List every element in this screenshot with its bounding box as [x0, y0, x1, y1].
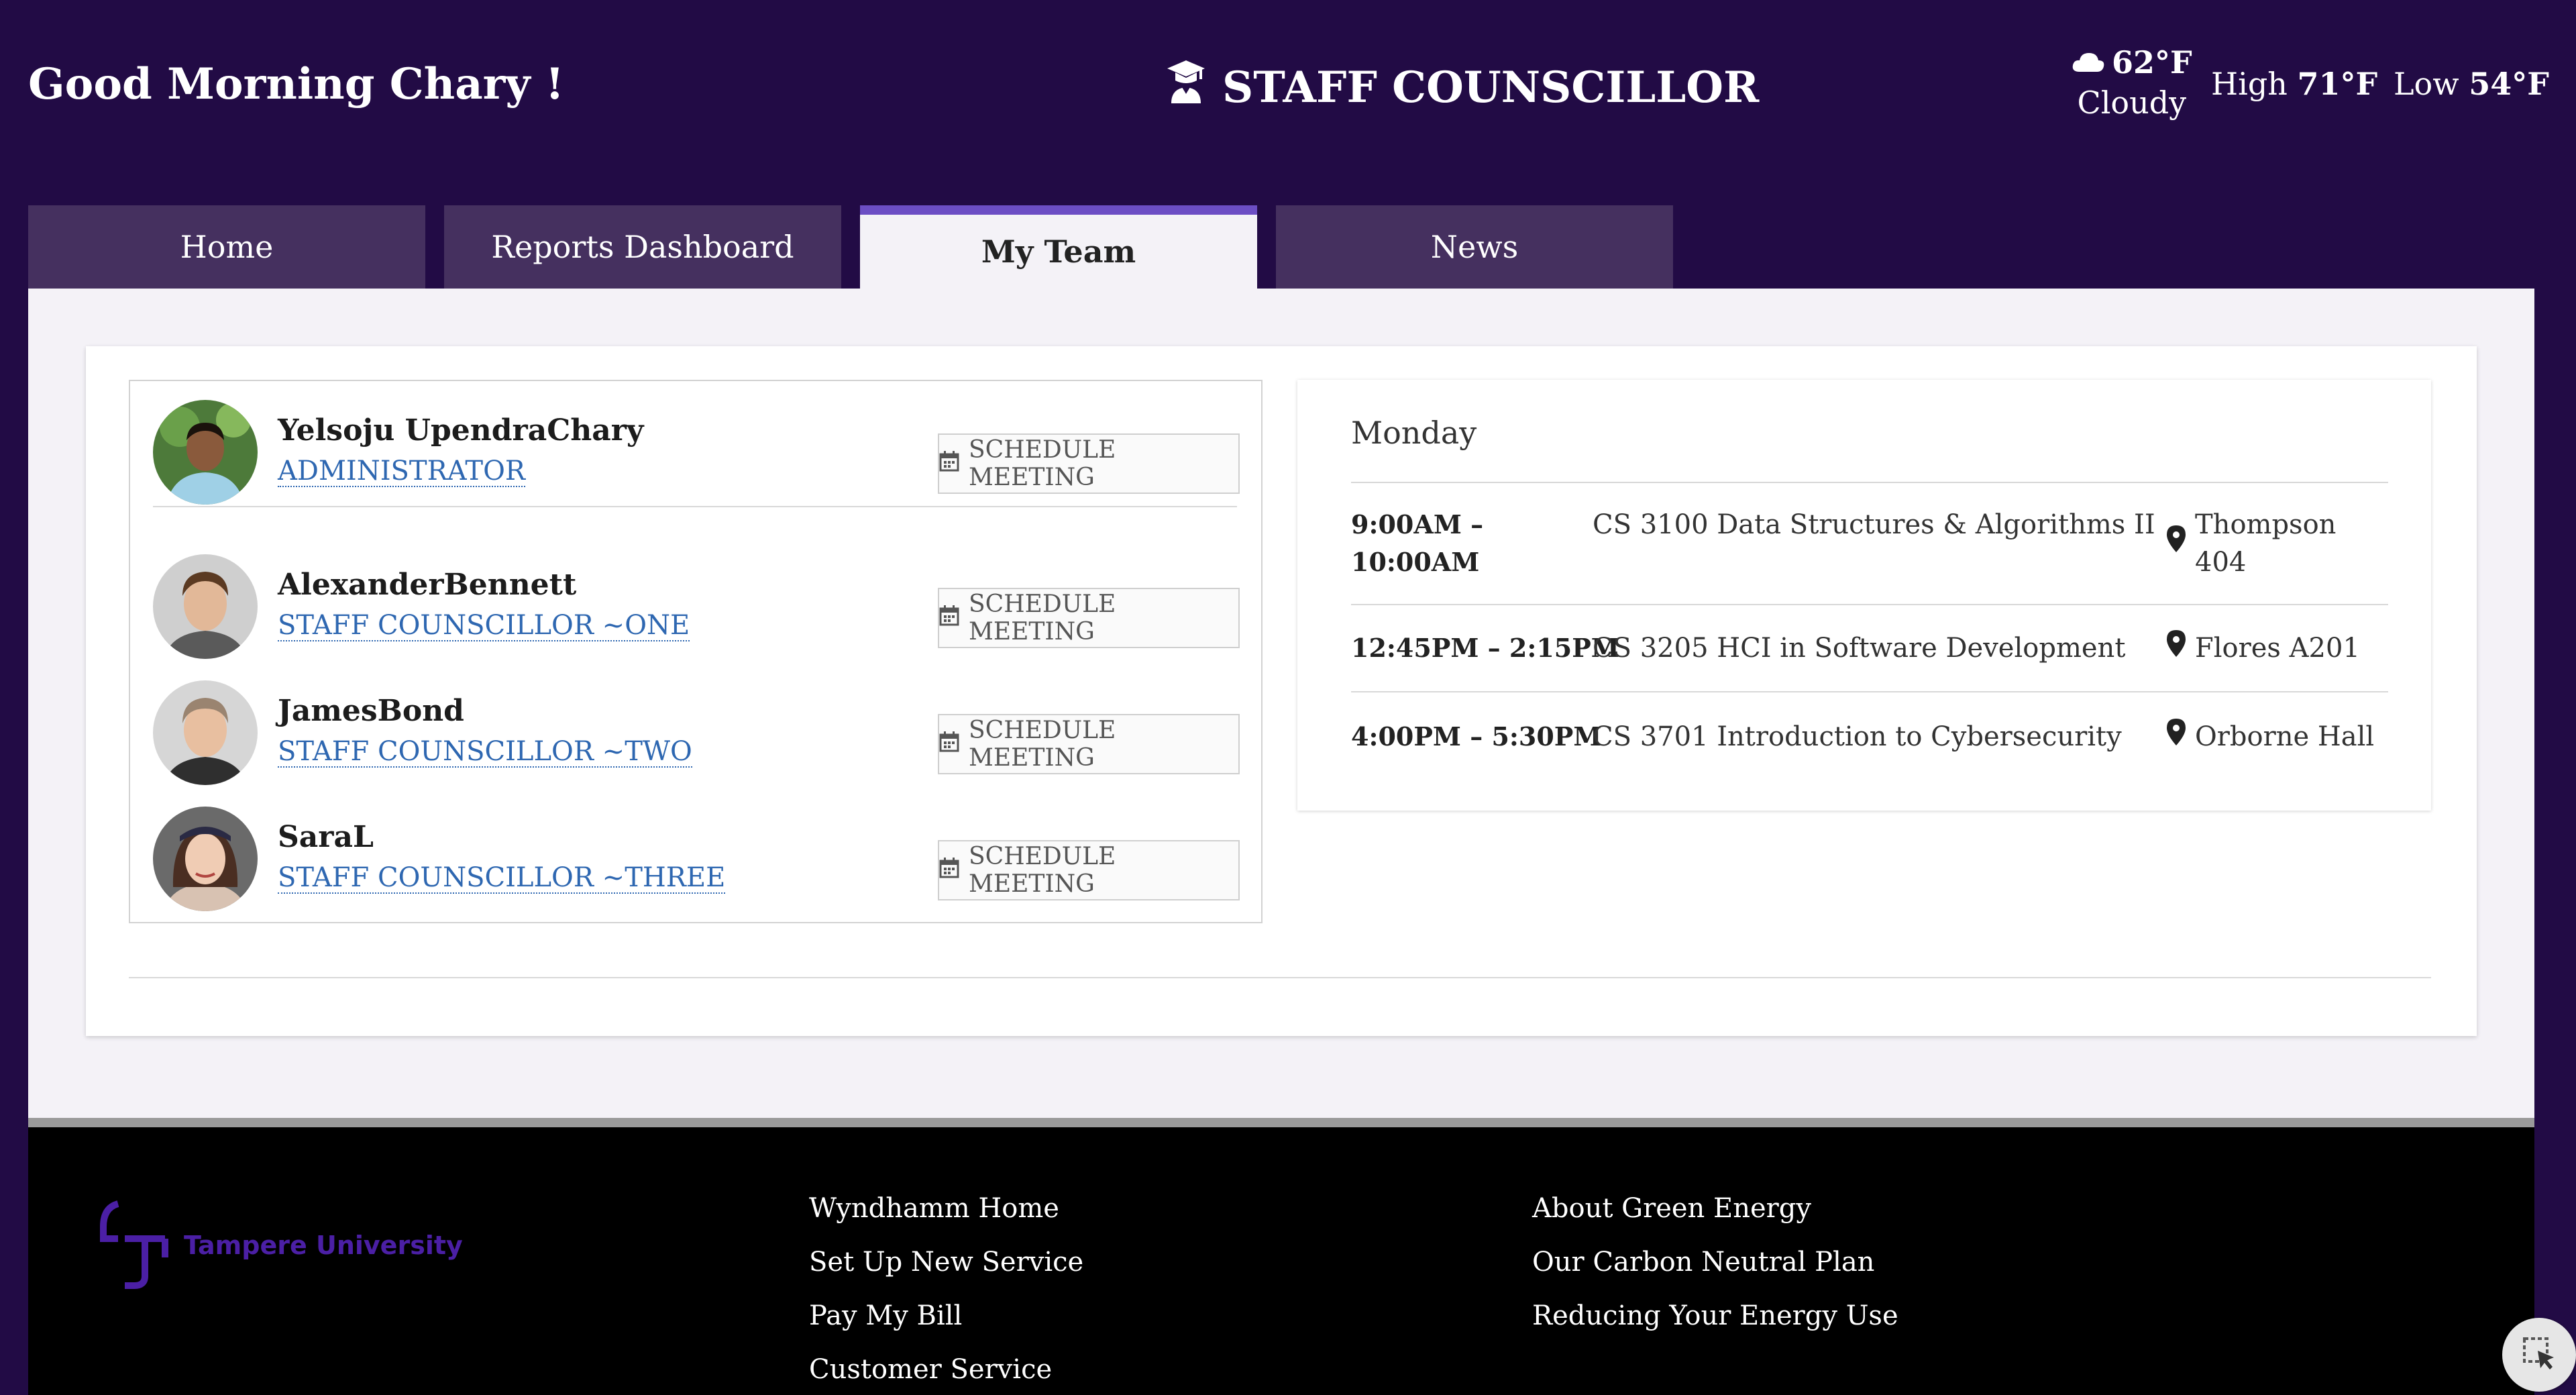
schedule-time: 12:45PM – 2:15PM	[1351, 633, 1619, 663]
member-role-link[interactable]: STAFF COUNSCILLOR ~THREE	[278, 863, 726, 894]
page-footer: Tampere University Wyndhamm Home Set Up …	[28, 1118, 2534, 1395]
footer-link-pay-my-bill[interactable]: Pay My Bill	[809, 1299, 1083, 1333]
member-role-link[interactable]: STAFF COUNSCILLOR ~ONE	[278, 611, 690, 641]
avatar	[153, 807, 258, 911]
cloud-icon	[2072, 44, 2105, 81]
avatar	[153, 680, 258, 785]
map-pin-icon	[2167, 629, 2186, 667]
main-tabs: Home Reports Dashboard My Team News	[28, 205, 1673, 289]
calendar-icon	[939, 450, 959, 478]
schedule-meeting-label: SCHEDULE MEETING	[969, 590, 1116, 645]
avatar	[153, 400, 258, 505]
schedule-meeting-button[interactable]: SCHEDULE MEETING	[938, 714, 1240, 774]
map-pin-icon	[2167, 718, 2186, 756]
graduate-icon	[1166, 59, 1206, 115]
schedule-time: 4:00PM – 5:30PM	[1351, 721, 1602, 752]
main-content: Yelsoju UpendraChary ADMINISTRATOR SCHED…	[28, 289, 2534, 1118]
schedule-time: 9:00AM – 10:00AM	[1351, 509, 1484, 577]
footer-links-col1: Wyndhamm Home Set Up New Service Pay My …	[809, 1192, 1083, 1386]
schedule-row: 12:45PM – 2:15PM CS 3205 HCI in Software…	[1351, 604, 2388, 692]
footer-link-customer-service[interactable]: Customer Service	[809, 1353, 1083, 1386]
page-header: Good Morning Chary ! STAFF COUNSCILLOR 6…	[0, 0, 2576, 205]
schedule-course: CS 3205 HCI in Software Development	[1593, 633, 2126, 664]
footer-link-wyndhamm-home[interactable]: Wyndhamm Home	[809, 1192, 1083, 1225]
footer-link-about-green-energy[interactable]: About Green Energy	[1532, 1192, 1898, 1225]
team-member: SaraL STAFF COUNSCILLOR ~THREE SCHEDULE …	[153, 798, 1240, 913]
member-role-link[interactable]: STAFF COUNSCILLOR ~TWO	[278, 737, 692, 768]
member-name: Yelsoju UpendraChary	[278, 413, 644, 448]
schedule-meeting-button[interactable]: SCHEDULE MEETING	[938, 840, 1240, 900]
calendar-icon	[939, 731, 959, 758]
member-role-link[interactable]: ADMINISTRATOR	[278, 456, 526, 487]
schedule-location: Orborne Hall	[2167, 718, 2374, 756]
team-member: JamesBond STAFF COUNSCILLOR ~TWO SCHEDUL…	[153, 672, 1240, 786]
weather-condition: Cloudy	[2077, 85, 2187, 121]
cursor-select-button[interactable]	[2502, 1318, 2576, 1392]
schedule-meeting-label: SCHEDULE MEETING	[969, 717, 1116, 772]
footer-link-reducing-energy-use[interactable]: Reducing Your Energy Use	[1532, 1299, 1898, 1333]
weather-low: Low 54°F	[2394, 66, 2549, 102]
weather-current: 62°F Cloudy	[2072, 44, 2192, 121]
greeting-text: Good Morning Chary !	[28, 59, 564, 109]
low-value: 54°F	[2469, 66, 2549, 102]
schedule-row: 9:00AM – 10:00AM CS 3100 Data Structures…	[1351, 482, 2388, 605]
current-temp: 62°F	[2112, 44, 2192, 81]
app-title: STAFF COUNSCILLOR	[1166, 59, 1759, 115]
schedule-course: CS 3701 Introduction to Cybersecurity	[1593, 721, 2122, 752]
tab-news[interactable]: News	[1276, 205, 1673, 289]
calendar-icon	[939, 605, 959, 632]
schedule-location: Flores A201	[2167, 629, 2360, 667]
schedule-meeting-label: SCHEDULE MEETING	[969, 843, 1116, 898]
logo-icon	[98, 1197, 170, 1294]
high-label: High	[2211, 66, 2288, 102]
divider	[129, 977, 2431, 978]
schedule-meeting-button[interactable]: SCHEDULE MEETING	[938, 588, 1240, 648]
calendar-icon	[939, 857, 959, 884]
team-card: Yelsoju UpendraChary ADMINISTRATOR SCHED…	[86, 346, 2477, 1036]
tab-reports-dashboard[interactable]: Reports Dashboard	[444, 205, 841, 289]
footer-links-col2: About Green Energy Our Carbon Neutral Pl…	[1532, 1192, 1898, 1333]
high-value: 71°F	[2297, 66, 2378, 102]
schedule-panel: Monday 9:00AM – 10:00AM CS 3100 Data Str…	[1297, 380, 2431, 811]
member-name: AlexanderBennett	[278, 568, 577, 602]
schedule-meeting-label: SCHEDULE MEETING	[969, 436, 1116, 491]
map-pin-icon	[2167, 525, 2186, 562]
tab-home[interactable]: Home	[28, 205, 425, 289]
team-member: Yelsoju UpendraChary ADMINISTRATOR SCHED…	[153, 392, 1240, 507]
app-title-text: STAFF COUNSCILLOR	[1222, 62, 1760, 113]
footer-link-set-up-new-service[interactable]: Set Up New Service	[809, 1245, 1083, 1279]
weather-high: High 71°F	[2211, 66, 2377, 102]
avatar	[153, 554, 258, 659]
team-list: Yelsoju UpendraChary ADMINISTRATOR SCHED…	[129, 380, 1263, 923]
member-name: JamesBond	[278, 694, 464, 728]
low-label: Low	[2394, 66, 2459, 102]
cursor-select-icon	[2520, 1335, 2558, 1375]
team-member: AlexanderBennett STAFF COUNSCILLOR ~ONE …	[153, 546, 1240, 660]
footer-link-carbon-neutral-plan[interactable]: Our Carbon Neutral Plan	[1532, 1245, 1898, 1279]
schedule-meeting-button[interactable]: SCHEDULE MEETING	[938, 433, 1240, 494]
logo-text: Tampere University	[184, 1231, 463, 1260]
schedule-day: Monday	[1351, 415, 1477, 451]
schedule-row: 4:00PM – 5:30PM CS 3701 Introduction to …	[1351, 691, 2388, 780]
tab-my-team[interactable]: My Team	[860, 205, 1257, 289]
university-logo[interactable]: Tampere University	[98, 1197, 463, 1294]
schedule-course: CS 3100 Data Structures & Algorithms II	[1593, 509, 2155, 540]
member-name: SaraL	[278, 820, 374, 854]
schedule-location: Thompson 404	[2167, 506, 2388, 581]
